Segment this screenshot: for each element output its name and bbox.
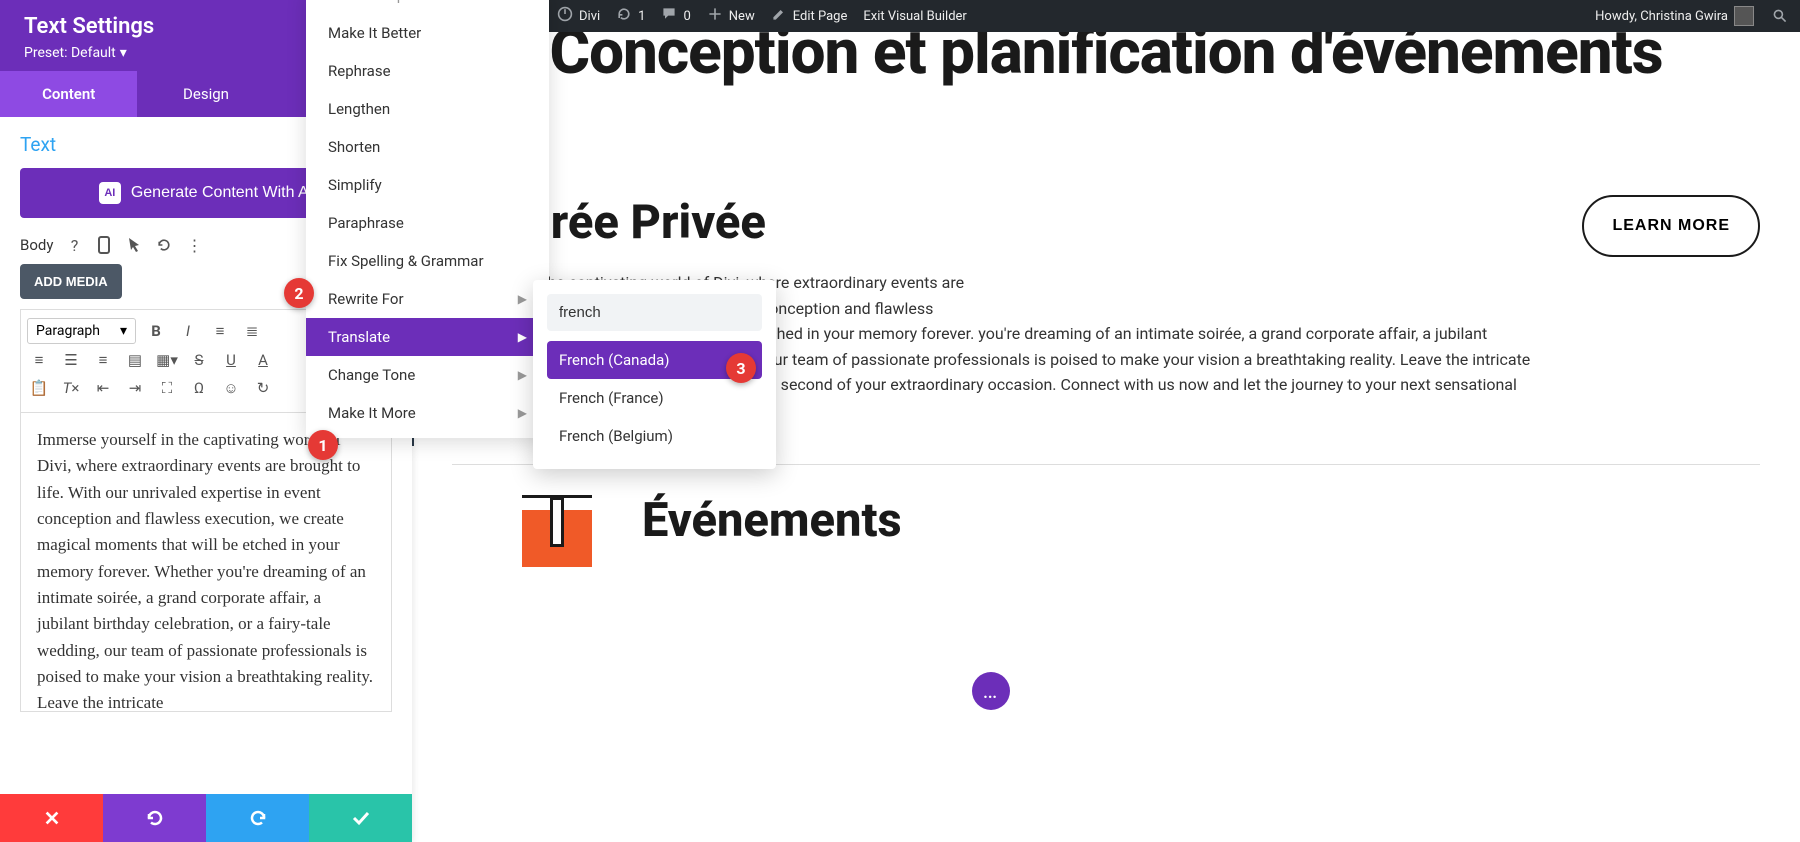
save-button[interactable]	[309, 794, 412, 842]
underline-button[interactable]: U	[219, 348, 243, 372]
redo-button[interactable]	[206, 794, 309, 842]
dashboard-icon	[557, 6, 573, 26]
align-justify-button[interactable]: ▤	[123, 348, 147, 372]
align-right-button[interactable]: ≡	[91, 348, 115, 372]
color-button[interactable]: A	[251, 348, 275, 372]
chevron-down-icon: ▾	[120, 45, 127, 61]
paste-button[interactable]: 📋	[27, 376, 51, 400]
table-button[interactable]: ▦▾	[155, 348, 179, 372]
admin-new-label: New	[729, 9, 755, 24]
admin-edit-label: Edit Page	[793, 9, 848, 24]
plus-icon	[707, 6, 723, 26]
admin-search[interactable]	[1770, 6, 1790, 26]
admin-edit-page[interactable]: Edit Page	[763, 0, 856, 32]
special-char-button[interactable]: Ω	[187, 376, 211, 400]
admin-account[interactable]: Howdy, Christina Gwira	[1587, 0, 1762, 32]
editor-text: Immerse yourself in the captivating worl…	[37, 427, 375, 712]
admin-refresh[interactable]: 1	[608, 0, 653, 32]
chevron-right-icon: ▶	[518, 406, 527, 420]
ai-menu-fix-spelling[interactable]: Fix Spelling & Grammar	[306, 242, 549, 280]
translate-option-french-belgium[interactable]: French (Belgium)	[547, 417, 762, 455]
admin-greeting: Howdy, Christina Gwira	[1595, 9, 1728, 24]
paragraph-label: Paragraph	[36, 323, 100, 339]
ai-menu-translate[interactable]: Translate▶	[306, 318, 549, 356]
hero-title: Conception et planification d'événements	[452, 32, 1760, 85]
help-icon[interactable]: ?	[65, 236, 83, 254]
generate-ai-label: Generate Content With AI	[131, 184, 313, 202]
editor-body[interactable]: Immerse yourself in the captivating worl…	[20, 412, 392, 712]
ai-menu-lengthen[interactable]: Lengthen	[306, 90, 549, 128]
ol-button[interactable]: ≣	[240, 319, 264, 343]
ai-menu-shorten[interactable]: Shorten	[306, 128, 549, 166]
refresh-icon	[616, 6, 632, 26]
tie-icon	[522, 507, 592, 567]
pencil-icon	[771, 6, 787, 26]
outdent-button[interactable]: ⇤	[91, 376, 115, 400]
translate-search-input[interactable]	[547, 294, 762, 331]
strike-button[interactable]: S	[187, 348, 211, 372]
fullscreen-button[interactable]: ⛶	[155, 376, 179, 400]
admin-right: Howdy, Christina Gwira	[1587, 0, 1800, 32]
tab-design[interactable]: Design	[137, 71, 274, 117]
ai-menu: Write & Replace Make It Better Rephrase …	[306, 0, 549, 438]
indent-button[interactable]: ⇥	[123, 376, 147, 400]
callout-2: 2	[284, 278, 314, 308]
chevron-down-icon: ▾	[120, 323, 127, 339]
italic-button[interactable]: I	[176, 319, 200, 343]
emoji-button[interactable]: ☺	[219, 376, 243, 400]
translate-option-french-france[interactable]: French (France)	[547, 379, 762, 417]
callout-1: 1	[308, 430, 338, 460]
undo-icon[interactable]	[155, 236, 173, 254]
more-icon[interactable]: ⋮	[185, 236, 203, 254]
comment-icon	[661, 6, 677, 26]
chevron-right-icon: ▶	[518, 292, 527, 306]
paragraph-select[interactable]: Paragraph ▾	[27, 318, 136, 344]
history-button[interactable]: ↻	[251, 376, 275, 400]
panel-preset-label: Preset: Default	[24, 45, 116, 61]
admin-site-name[interactable]: Divi	[549, 0, 608, 32]
section-evenements: Événements	[452, 495, 1760, 567]
callout-3: 3	[726, 353, 756, 383]
panel-footer	[0, 794, 412, 842]
cancel-button[interactable]	[0, 794, 103, 842]
admin-site-label: Divi	[579, 9, 600, 24]
clear-format-button[interactable]: T×	[59, 376, 83, 400]
ai-menu-simplify[interactable]: Simplify	[306, 166, 549, 204]
align-left-button[interactable]: ≡	[27, 348, 51, 372]
admin-comments-count: 0	[683, 9, 690, 24]
admin-bar: Divi 1 0 New Edit Page Exit Visual Build…	[549, 0, 1800, 32]
admin-exit-label: Exit Visual Builder	[863, 9, 966, 24]
cursor-icon[interactable]	[125, 236, 143, 254]
tab-content[interactable]: Content	[0, 71, 137, 117]
ai-menu-paraphrase[interactable]: Paraphrase	[306, 204, 549, 242]
chevron-right-icon: ▶	[518, 368, 527, 382]
undo-button[interactable]	[103, 794, 206, 842]
learn-more-button[interactable]: LEARN MORE	[1582, 195, 1760, 257]
ai-menu-write-replace[interactable]: Write & Replace	[306, 0, 549, 14]
body-label: Body	[20, 236, 53, 254]
admin-comments[interactable]: 0	[653, 0, 698, 32]
ai-menu-change-tone[interactable]: Change Tone▶	[306, 356, 549, 394]
avatar	[1734, 6, 1754, 26]
bold-button[interactable]: B	[144, 319, 168, 343]
align-center-button[interactable]: ☰	[59, 348, 83, 372]
mobile-icon[interactable]	[95, 236, 113, 254]
chevron-right-icon: ▶	[518, 330, 527, 344]
section2-title: Événements	[642, 495, 902, 547]
ul-button[interactable]: ≡	[208, 319, 232, 343]
admin-exit-builder[interactable]: Exit Visual Builder	[855, 0, 974, 32]
admin-new[interactable]: New	[699, 0, 763, 32]
ai-menu-make-it-more[interactable]: Make It More▶	[306, 394, 549, 432]
ai-icon: AI	[99, 182, 121, 204]
section1-title: vi Soirée Privée	[434, 195, 1542, 250]
ai-menu-rephrase[interactable]: Rephrase	[306, 52, 549, 90]
ai-menu-rewrite-for[interactable]: Rewrite For▶	[306, 280, 549, 318]
admin-refresh-count: 1	[638, 9, 645, 24]
add-media-button[interactable]: ADD MEDIA	[20, 264, 122, 299]
ai-menu-make-better[interactable]: Make It Better	[306, 14, 549, 52]
module-options-bubble[interactable]: …	[972, 672, 1010, 710]
